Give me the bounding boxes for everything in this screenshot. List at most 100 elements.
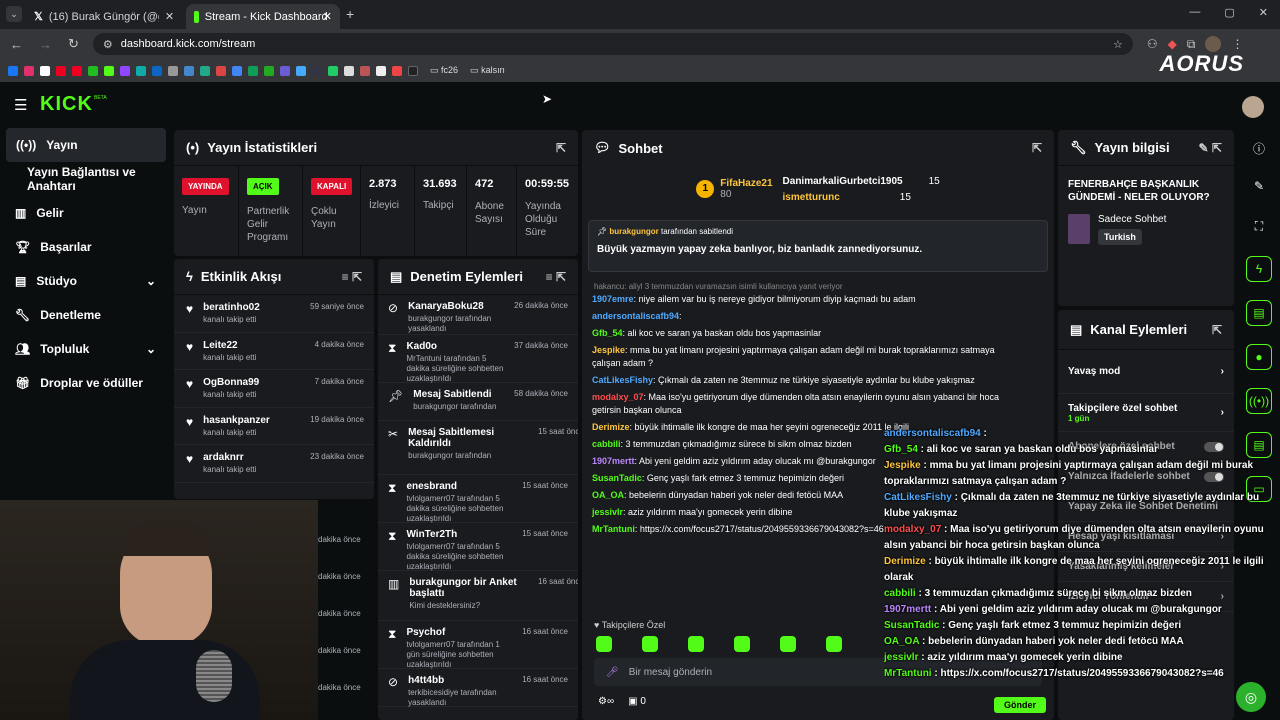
menu-icon[interactable]: ⋮	[1231, 37, 1243, 51]
user-avatar[interactable]	[1242, 96, 1264, 118]
activity-user[interactable]: hasankpanzer	[203, 415, 270, 426]
category-name[interactable]: Sadece Sohbet	[1098, 214, 1166, 225]
close-window-icon[interactable]: ✕	[1259, 6, 1268, 19]
extension-icon[interactable]: ◆	[1168, 37, 1177, 51]
leader-item[interactable]: ismetturunc 15	[783, 192, 940, 203]
folder-kalsin[interactable]: ▭ kalsın	[470, 65, 505, 76]
sidebar-item-denetleme[interactable]: 🔧︎ Denetleme	[0, 298, 172, 332]
sidebar-item-droplar[interactable]: 🎁︎ Droplar ve ödüller	[0, 366, 172, 400]
puzzle-icon[interactable]: ⧉	[1187, 37, 1196, 52]
chat-username[interactable]: MrTantuni	[592, 524, 635, 534]
youtube-icon[interactable]	[72, 65, 82, 76]
chat-username[interactable]: jessivlr	[592, 507, 623, 517]
reload-icon[interactable]: ↻	[68, 36, 79, 52]
profile-avatar[interactable]	[1205, 36, 1222, 52]
bookmark-icon[interactable]	[344, 65, 354, 76]
tag-chip[interactable]: Turkish	[1098, 229, 1142, 245]
chat-username[interactable]: OA_OA	[592, 490, 624, 500]
close-icon[interactable]: ✕	[165, 10, 174, 23]
activity-user[interactable]: ardaknrr	[203, 452, 256, 463]
chat-username[interactable]: modalxy_07	[592, 392, 644, 402]
emote-icon[interactable]	[596, 636, 612, 652]
emote-icon[interactable]	[780, 636, 796, 652]
sidebar-item-stream-key[interactable]: Yayın Bağlantısı ve Anahtarı	[0, 162, 172, 196]
sidebar-item-studyo[interactable]: ▤ Stüdyo ⌄	[0, 264, 172, 298]
action-slow-mode[interactable]: Yavaş mod ›	[1058, 350, 1234, 394]
lightning-button[interactable]: ϟ	[1246, 256, 1272, 282]
chat-username[interactable]: 1907mertt	[592, 456, 635, 466]
chat-username[interactable]: Gfb_54	[592, 328, 623, 338]
tab-twitter[interactable]: 𝕏 (16) Burak Güngör (@gungorbu ✕	[26, 4, 184, 29]
bookmark-icon[interactable]	[264, 65, 274, 76]
chat-username[interactable]: SusanTadic	[592, 473, 642, 483]
back-icon[interactable]: ←	[10, 37, 23, 52]
popout-icon[interactable]: ⇱	[556, 141, 566, 155]
chat-username[interactable]: andersontaliscafb94	[592, 311, 679, 321]
bookmark-icon[interactable]	[296, 65, 306, 76]
emote-icon[interactable]	[826, 636, 842, 652]
bookmark-icon[interactable]	[408, 65, 418, 76]
bookmark-icon[interactable]	[88, 65, 98, 76]
x-logo-icon[interactable]	[40, 65, 50, 76]
document-button[interactable]: ▤	[1246, 300, 1272, 326]
chat-username[interactable]: Jespike	[592, 345, 625, 355]
broadcast-button[interactable]: ((•))	[1246, 388, 1272, 414]
instagram-icon[interactable]	[24, 65, 34, 76]
help-fab[interactable]: ◎	[1236, 682, 1266, 712]
maximize-icon[interactable]: ▢	[1224, 6, 1234, 19]
leader-item[interactable]: DanimarkaliGurbetci1905 15	[783, 176, 940, 187]
sidebar-item-basarilar[interactable]: 🏆︎ Başarılar	[0, 230, 172, 264]
filter-icon[interactable]: ≡ ⇱	[342, 270, 362, 284]
gmail-icon[interactable]	[216, 65, 226, 76]
emote-icon[interactable]	[734, 636, 750, 652]
chat-button[interactable]: ●	[1246, 344, 1272, 370]
twitch-icon[interactable]	[120, 65, 130, 76]
points-box[interactable]: ▣ 0	[628, 696, 646, 707]
url-field[interactable]: ⚙ dashboard.kick.com/stream ☆	[92, 33, 1133, 55]
edit-icon[interactable]: ✎ ⇱	[1199, 141, 1222, 155]
tab-search-button[interactable]: ⌄	[6, 6, 22, 22]
minimize-icon[interactable]: —	[1189, 6, 1200, 19]
bookmark-icon[interactable]	[168, 65, 178, 76]
sidebar-item-gelir[interactable]: ▥ Gelir	[0, 196, 172, 230]
bookmark-star-icon[interactable]: ☆	[1113, 38, 1123, 51]
youtube-icon[interactable]	[56, 65, 66, 76]
pencil-icon[interactable]: ✎	[1238, 179, 1280, 193]
bookmark-icon[interactable]	[184, 65, 194, 76]
pinned-by[interactable]: burakgungor	[609, 227, 658, 236]
emote-icon[interactable]	[688, 636, 704, 652]
settings-icon[interactable]: ⚙∞	[598, 696, 614, 707]
sheets-icon[interactable]	[248, 65, 258, 76]
bookmark-icon[interactable]	[360, 65, 370, 76]
hamburger-menu-icon[interactable]: ☰	[14, 96, 27, 114]
new-tab-button[interactable]: +	[346, 6, 354, 22]
bookmark-icon[interactable]	[392, 65, 402, 76]
fullscreen-icon[interactable]: ⛶	[1238, 219, 1280, 234]
bookmark-icon[interactable]	[312, 65, 322, 76]
leader-item[interactable]: 1 FifaHaze21 80	[696, 166, 773, 212]
activity-user[interactable]: Leite22	[203, 340, 256, 351]
bookmark-icon[interactable]	[200, 65, 210, 76]
linkedin-icon[interactable]	[152, 65, 162, 76]
forward-icon[interactable]: →	[39, 37, 52, 52]
bookmark-icon[interactable]	[136, 65, 146, 76]
close-icon[interactable]: ✕	[323, 10, 332, 23]
emote-icon[interactable]	[642, 636, 658, 652]
sidebar-item-yayin[interactable]: ((•)) Yayın	[6, 128, 166, 162]
chat-username[interactable]: CatLikesFishy	[592, 375, 653, 385]
sidebar-item-topluluk[interactable]: 👥︎ Topluluk ⌄	[0, 332, 172, 366]
facebook-icon[interactable]	[8, 65, 18, 76]
microphone-icon[interactable]: 🎤︎	[606, 667, 619, 678]
send-button[interactable]: Gönder	[994, 697, 1047, 713]
popout-icon[interactable]: ⇱	[1032, 141, 1042, 155]
popout-icon[interactable]: ⇱	[1212, 323, 1222, 337]
chat-username[interactable]: 1907emre	[592, 294, 634, 304]
folder-fc26[interactable]: ▭ fc26	[430, 65, 458, 76]
site-info-icon[interactable]: ⚙	[103, 38, 113, 51]
extension-icon[interactable]: ⚇	[1147, 37, 1158, 51]
chat-username[interactable]: Derimize	[592, 422, 630, 432]
activity-user[interactable]: OgBonna99	[203, 377, 259, 388]
filter-icon[interactable]: ≡ ⇱	[546, 270, 566, 284]
tab-kick-dashboard[interactable]: Stream - Kick Dashboard ✕	[186, 4, 340, 29]
bookmark-icon[interactable]	[328, 65, 338, 76]
